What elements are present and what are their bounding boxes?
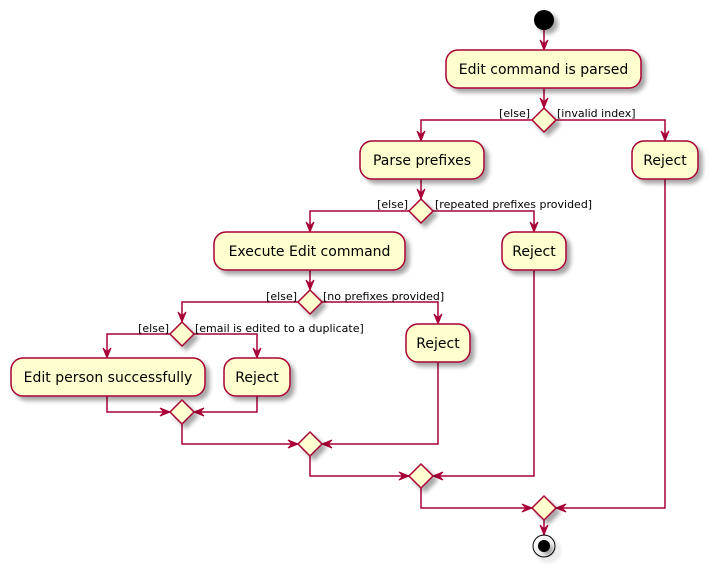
guard-label: [else]: [138, 322, 169, 335]
nodes: Edit command is parsed Parse prefixes Re…: [10, 10, 699, 558]
flow-edge: [433, 210, 535, 232]
activity-parse-prefixes: Parse prefixes: [359, 140, 485, 180]
flow-edge: [106, 396, 170, 413]
flow-edge: [309, 456, 409, 477]
guard-label: [else]: [266, 290, 297, 303]
activity-execute-edit-command: Execute Edit command: [213, 231, 406, 271]
activity-edit-command-parsed: Edit command is parsed: [445, 49, 642, 89]
flow-edge: [194, 396, 258, 413]
flow-edge: [433, 270, 535, 477]
decision-diamond: [168, 398, 196, 426]
guard-label: [else]: [499, 107, 530, 120]
activity-label: Reject: [643, 153, 687, 169]
activity-label: Reject: [416, 336, 460, 352]
flow-edge: [420, 119, 532, 141]
activity-diagram: Edit command is parsed Parse prefixes Re…: [10, 10, 699, 558]
flow-edge: [106, 333, 170, 358]
flow-edge: [181, 301, 298, 322]
activity-reject-duplicate-email: Reject: [223, 357, 291, 397]
decision-diamond: [530, 106, 558, 134]
start-node: [534, 10, 554, 30]
guard-label: [invalid index]: [557, 107, 636, 120]
flow-edge: [556, 119, 666, 141]
decision-diamond: [407, 197, 435, 225]
flow-edge: [322, 362, 439, 445]
edges: [102, 30, 670, 537]
flow-edge: [309, 210, 409, 232]
activity-label: Reject: [512, 244, 556, 260]
activity-reject-invalid-index: Reject: [631, 140, 699, 180]
flow-edge: [181, 424, 298, 445]
decision-diamond: [407, 462, 435, 490]
activity-edit-person-successfully: Edit person successfully: [10, 357, 206, 397]
decision-diamond: [530, 494, 558, 522]
flow-edge: [194, 333, 258, 358]
flow-edge: [556, 179, 666, 509]
decision-diamond: [296, 288, 324, 316]
flow-edge: [322, 301, 439, 324]
decision-diamond: [296, 430, 324, 458]
guard-label: [no prefixes provided]: [323, 290, 444, 303]
activity-label: Execute Edit command: [229, 244, 391, 260]
stop-node: [532, 534, 556, 558]
activity-reject-repeated-prefixes: Reject: [501, 231, 567, 271]
activity-label: Edit person successfully: [24, 370, 193, 386]
guard-label: [else]: [377, 198, 408, 211]
flow-edge: [420, 488, 532, 509]
decision-diamond: [168, 320, 196, 348]
activity-label: Parse prefixes: [373, 153, 471, 169]
activity-label: Reject: [235, 370, 279, 386]
guard-label: [email is edited to a duplicate]: [195, 322, 364, 335]
activity-label: Edit command is parsed: [459, 62, 629, 78]
activity-reject-no-prefixes: Reject: [405, 323, 471, 363]
guard-label: [repeated prefixes provided]: [435, 198, 592, 211]
